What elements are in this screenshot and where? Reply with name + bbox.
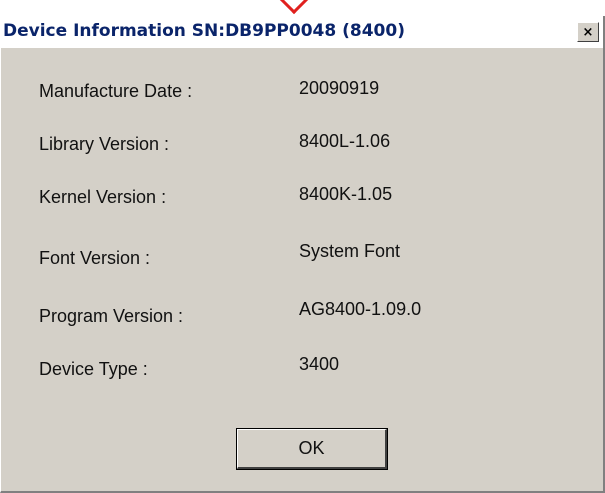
ok-button[interactable]: OK [236,428,388,470]
font-version-value: System Font [299,241,401,261]
title-bar[interactable]: Device Information SN:DB9PP0048 (8400) × [1,16,603,48]
manufacture-date-value: 20090919 [299,78,380,98]
device-information-dialog: Device Information SN:DB9PP0048 (8400) ×… [0,16,605,493]
device-type-label: Device Type : [39,359,148,379]
close-icon: × [582,24,594,40]
ok-button-label: OK [298,438,325,458]
close-button[interactable]: × [577,22,599,42]
library-version-label: Library Version : [39,134,170,154]
font-version-label: Font Version : [39,248,151,268]
kernel-version-value: 8400K-1.05 [299,184,393,204]
kernel-version-label: Kernel Version : [39,187,167,207]
device-type-value: 3400 [299,354,340,374]
dialog-title: Device Information SN:DB9PP0048 (8400) [3,21,405,41]
manufacture-date-label: Manufacture Date : [39,81,193,101]
program-version-label: Program Version : [39,306,184,326]
library-version-value: 8400L-1.06 [299,131,391,151]
red-annotation-mark [279,0,309,15]
program-version-value: AG8400-1.09.0 [299,299,422,319]
